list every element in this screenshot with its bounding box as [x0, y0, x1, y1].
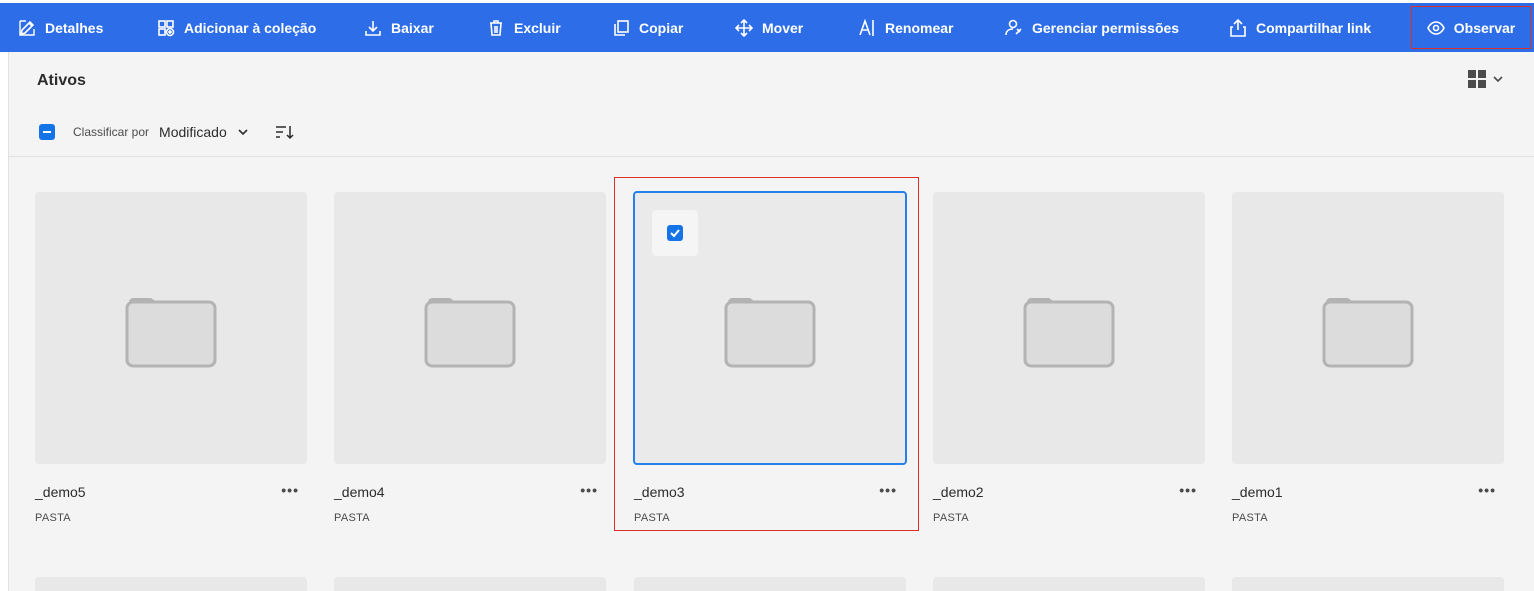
share-link-label: Compartilhar link [1256, 19, 1372, 36]
divider [9, 156, 1534, 157]
delete-button[interactable]: Excluir [487, 3, 561, 52]
rename-button[interactable]: Renomear [858, 3, 953, 52]
download-label: Baixar [391, 19, 434, 36]
folder-type: PASTA [634, 512, 670, 524]
sort-label: Classificar por [73, 125, 150, 139]
folder-card[interactable]: _demo5 PASTA ••• [35, 192, 307, 524]
eye-icon [1426, 20, 1445, 35]
share-link-button[interactable]: Compartilhar link [1229, 3, 1371, 52]
more-options-icon[interactable]: ••• [281, 482, 299, 498]
folder-thumbnail[interactable] [633, 191, 907, 465]
sort-order-icon[interactable] [275, 124, 295, 140]
folder-card-partial[interactable] [933, 577, 1205, 591]
folder-icon [1322, 298, 1414, 368]
move-label: Mover [762, 19, 804, 36]
checkbox-container [652, 210, 698, 256]
download-button[interactable]: Baixar [364, 3, 434, 52]
folder-card-partial[interactable] [1232, 577, 1504, 591]
folder-icon [1023, 298, 1115, 368]
manage-permissions-button[interactable]: Gerenciar permissões [1005, 3, 1179, 52]
add-to-collection-button[interactable]: Adicionar à coleção [157, 3, 316, 52]
item-checkbox[interactable] [667, 225, 683, 241]
folder-name: _demo4 [334, 484, 385, 500]
folder-type: PASTA [1232, 512, 1268, 524]
folder-type: PASTA [334, 512, 370, 524]
folder-type: PASTA [933, 512, 969, 524]
more-options-icon[interactable]: ••• [580, 482, 598, 498]
copy-icon [614, 19, 629, 36]
more-options-icon[interactable]: ••• [879, 482, 897, 498]
add-to-collection-label: Adicionar à coleção [184, 19, 317, 36]
folder-card-selected[interactable]: _demo3 PASTA ••• [633, 191, 907, 524]
folder-thumbnail[interactable] [35, 192, 307, 464]
action-toolbar: Detalhes Adicionar à coleção Baixar Excl… [0, 3, 1534, 52]
move-icon [735, 18, 753, 37]
details-button[interactable]: Detalhes [18, 3, 103, 52]
manage-permissions-label: Gerenciar permissões [1032, 19, 1180, 36]
folder-name: _demo2 [933, 484, 984, 500]
chevron-down-icon[interactable] [237, 126, 249, 138]
chevron-down-icon [1493, 76, 1503, 83]
folder-icon [724, 298, 816, 368]
checkmark-icon [670, 229, 680, 238]
rename-label: Renomear [885, 19, 954, 36]
folder-thumbnail[interactable] [334, 192, 606, 464]
page-title: Ativos [37, 72, 86, 89]
folder-card[interactable]: _demo1 PASTA ••• [1232, 192, 1504, 524]
folder-card-partial[interactable] [334, 577, 606, 591]
folder-name: _demo3 [634, 484, 685, 500]
more-options-icon[interactable]: ••• [1478, 482, 1496, 498]
move-button[interactable]: Mover [735, 3, 803, 52]
folder-thumbnail[interactable] [933, 192, 1205, 464]
folder-type: PASTA [35, 512, 71, 524]
folder-card[interactable]: _demo2 PASTA ••• [933, 192, 1205, 524]
share-icon [1230, 18, 1246, 37]
sort-dropdown[interactable]: Modificado [159, 124, 227, 140]
folder-icon [424, 298, 516, 368]
details-label: Detalhes [45, 19, 104, 36]
watch-button[interactable]: Observar [1411, 6, 1531, 49]
folder-card-partial[interactable] [35, 577, 307, 591]
rename-icon [859, 18, 874, 36]
manage-permissions-icon [1005, 19, 1022, 35]
edit-icon [19, 19, 35, 36]
select-all-checkbox[interactable] [39, 124, 55, 140]
folder-name: _demo5 [35, 484, 86, 500]
sort-bar: Classificar por Modificado [39, 122, 295, 142]
copy-label: Copiar [639, 19, 684, 36]
view-switcher[interactable] [1468, 70, 1504, 88]
trash-icon [490, 19, 502, 36]
grid-view-icon [1468, 70, 1486, 88]
folder-name: _demo1 [1232, 484, 1283, 500]
download-icon [365, 20, 381, 36]
copy-button[interactable]: Copiar [612, 3, 683, 52]
watch-label: Observar [1453, 19, 1516, 36]
folder-card-partial[interactable] [634, 577, 906, 591]
add-collection-icon [158, 19, 175, 36]
folder-card[interactable]: _demo4 PASTA ••• [334, 192, 606, 524]
more-options-icon[interactable]: ••• [1179, 482, 1197, 498]
folder-thumbnail[interactable] [1232, 192, 1504, 464]
delete-label: Excluir [514, 19, 561, 36]
folder-icon [125, 298, 217, 368]
